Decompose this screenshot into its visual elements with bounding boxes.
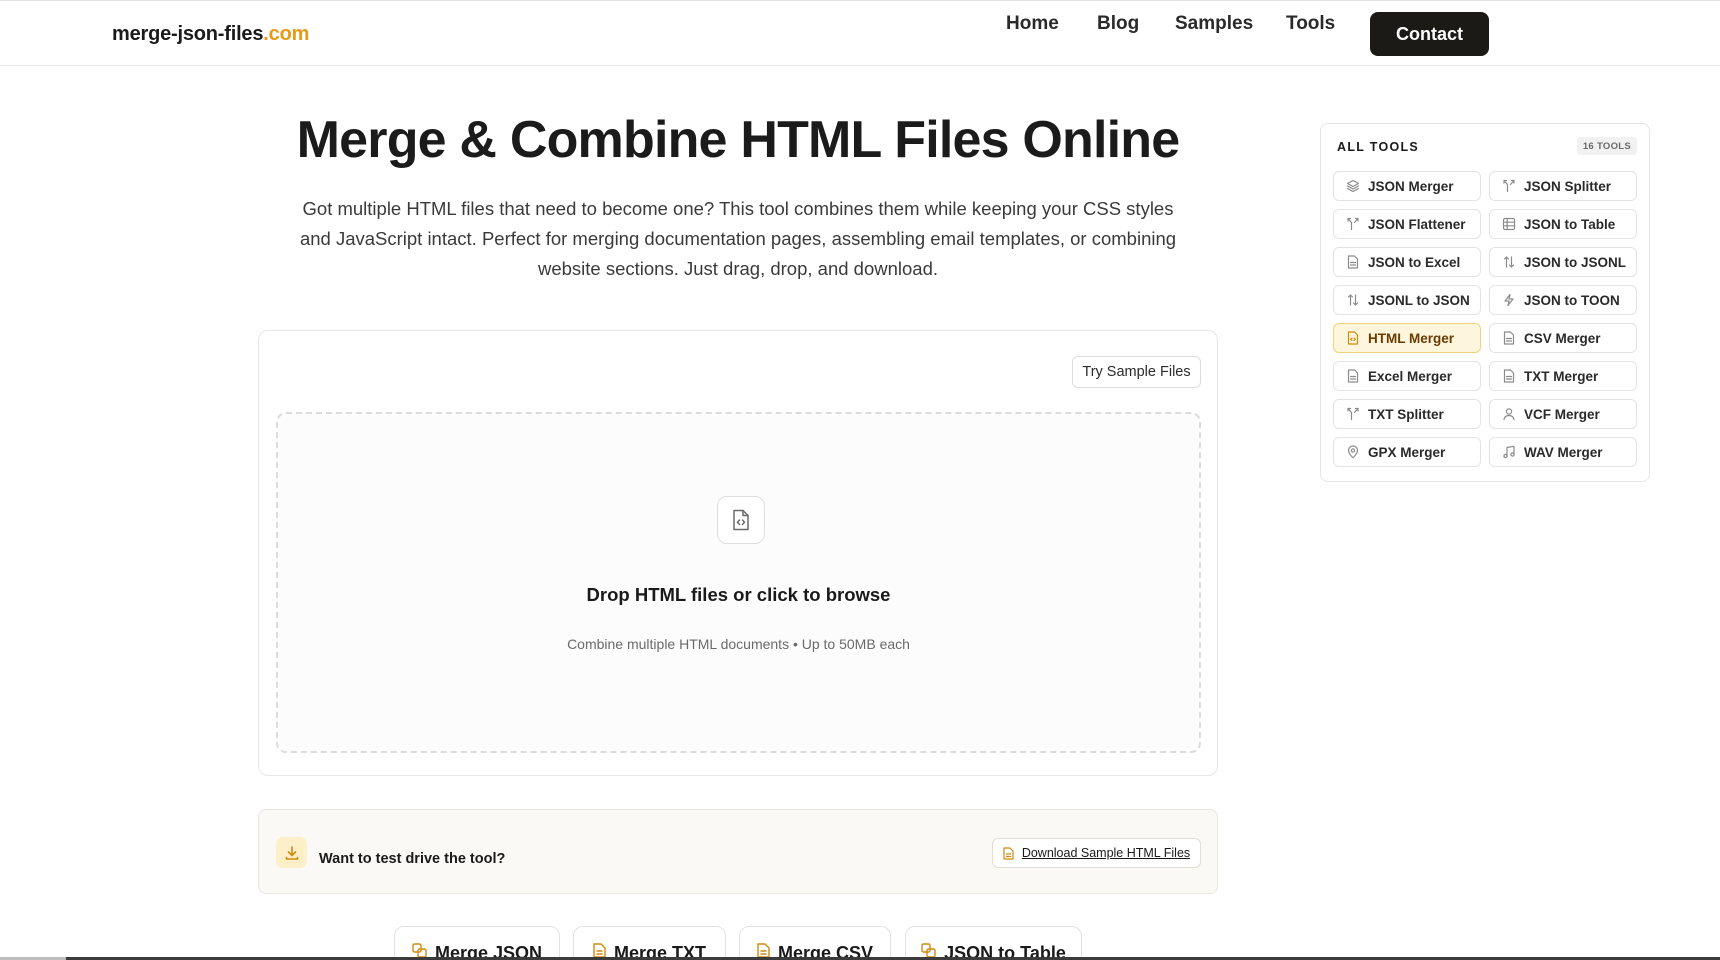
user-icon: [1503, 408, 1515, 421]
sidebar-item-json-to-excel[interactable]: JSON to Excel: [1333, 247, 1481, 277]
sidebar-item-gpx-merger[interactable]: GPX Merger: [1333, 437, 1481, 467]
sidebar-item-label: GPX Merger: [1368, 444, 1446, 460]
sidebar-item-json-to-jsonl[interactable]: JSON to JSONL: [1489, 247, 1637, 277]
file-dropzone[interactable]: Drop HTML files or click to browse Combi…: [276, 412, 1201, 753]
contact-button[interactable]: Contact: [1370, 12, 1489, 56]
file-icon: [593, 943, 606, 958]
page-title: Merge & Combine HTML Files Online: [296, 111, 1181, 169]
sidebar-item-txt-splitter[interactable]: TXT Splitter: [1333, 399, 1481, 429]
logo-main: merge-json-files: [112, 23, 264, 45]
all-tools-sidebar: ALL TOOLS 16 TOOLS JSON Merger JSON Split…: [1320, 123, 1650, 482]
sidebar-item-label: JSON to Excel: [1368, 254, 1461, 270]
nav-home[interactable]: Home: [1006, 13, 1059, 35]
test-drive-banner: Want to test drive the tool? Download Sa…: [258, 809, 1218, 894]
sidebar-item-label: VCF Merger: [1524, 406, 1600, 422]
sidebar-item-json-merger[interactable]: JSON Merger: [1333, 171, 1481, 201]
bolt-icon: [1504, 293, 1514, 307]
file-icon: [757, 943, 770, 958]
pin-icon: [1347, 445, 1359, 459]
nav-tools[interactable]: Tools: [1286, 13, 1335, 35]
dropzone-title: Drop HTML files or click to browse: [586, 584, 891, 605]
sidebar-item-vcf-merger[interactable]: VCF Merger: [1489, 399, 1637, 429]
sidebar-item-json-to-toon[interactable]: JSON to TOON: [1489, 285, 1637, 315]
site-header: merge-json-files.com Home Blog Samples T…: [0, 0, 1720, 66]
merge-icon: [412, 943, 427, 958]
sidebar-item-html-merger[interactable]: HTML Merger: [1333, 323, 1481, 353]
table-icon: [1502, 217, 1516, 231]
sidebar-item-label: JSON Merger: [1368, 178, 1454, 194]
merge-icon: [921, 943, 936, 958]
nav-blog[interactable]: Blog: [1097, 13, 1139, 35]
related-merge-txt[interactable]: Merge TXT: [573, 926, 726, 960]
sidebar-item-jsonl-to-json[interactable]: JSONL to JSON: [1333, 285, 1481, 315]
sidebar-item-label: JSON to Table: [1524, 216, 1616, 232]
page-description: Got multiple HTML files that need to bec…: [299, 198, 1177, 279]
file-icon: [1503, 331, 1515, 345]
nav-samples[interactable]: Samples: [1175, 13, 1253, 35]
test-drive-text: Want to test drive the tool?: [319, 851, 506, 867]
sidebar-item-label: Excel Merger: [1368, 368, 1453, 384]
site-logo[interactable]: merge-json-files.com: [112, 23, 309, 46]
related-json-to-table[interactable]: JSON to Table: [905, 926, 1082, 960]
sidebar-item-json-flattener[interactable]: JSON Flattener: [1333, 209, 1481, 239]
music-icon: [1503, 445, 1515, 459]
file-icon: [1347, 369, 1359, 383]
sidebar-item-txt-merger[interactable]: TXT Merger: [1489, 361, 1637, 391]
split-icon: [1347, 217, 1359, 231]
sidebar-item-label: TXT Merger: [1524, 368, 1599, 384]
download-sample-label: Download Sample HTML Files: [1021, 846, 1191, 860]
file-icon: [1003, 846, 1014, 860]
sidebar-item-csv-merger[interactable]: CSV Merger: [1489, 323, 1637, 353]
sidebar-item-label: JSON to JSONL: [1524, 254, 1627, 270]
file-code-icon: [717, 496, 765, 544]
upload-card: Try Sample Files Drop HTML files or clic…: [258, 330, 1218, 776]
sidebar-item-json-to-table[interactable]: JSON to Table: [1489, 209, 1637, 239]
dropzone-subtitle: Combine multiple HTML documents • Up to …: [567, 636, 910, 652]
arrows-updown-icon: [1347, 294, 1359, 306]
sidebar-item-label: JSON to TOON: [1524, 292, 1620, 308]
split-icon: [1503, 179, 1515, 193]
sidebar-item-wav-merger[interactable]: WAV Merger: [1489, 437, 1637, 467]
file-icon: [1503, 369, 1515, 383]
download-icon: [276, 837, 307, 868]
sidebar-item-label: JSON Splitter: [1524, 178, 1612, 194]
sidebar-item-label: CSV Merger: [1524, 330, 1601, 346]
file-code-icon: [1347, 331, 1359, 345]
sidebar-item-label: WAV Merger: [1524, 444, 1603, 460]
split-icon: [1347, 407, 1359, 421]
sidebar-title: ALL TOOLS: [1337, 140, 1420, 154]
related-merge-csv[interactable]: Merge CSV: [739, 926, 891, 960]
arrows-updown-icon: [1503, 256, 1515, 268]
layers-icon: [1346, 179, 1360, 193]
tools-count-badge: 16 TOOLS: [1576, 137, 1637, 155]
sidebar-item-json-splitter[interactable]: JSON Splitter: [1489, 171, 1637, 201]
sidebar-item-label: TXT Splitter: [1368, 406, 1444, 422]
try-sample-files-button[interactable]: Try Sample Files: [1072, 356, 1201, 388]
logo-tld: .com: [263, 23, 310, 45]
sidebar-item-label: HTML Merger: [1368, 330, 1455, 346]
sidebar-item-excel-merger[interactable]: Excel Merger: [1333, 361, 1481, 391]
sidebar-item-label: JSONL to JSON: [1368, 292, 1470, 308]
sidebar-item-label: JSON Flattener: [1368, 216, 1466, 232]
file-icon: [1347, 255, 1359, 269]
related-merge-json[interactable]: Merge JSON: [394, 926, 560, 960]
download-sample-html-button[interactable]: Download Sample HTML Files: [992, 838, 1201, 868]
